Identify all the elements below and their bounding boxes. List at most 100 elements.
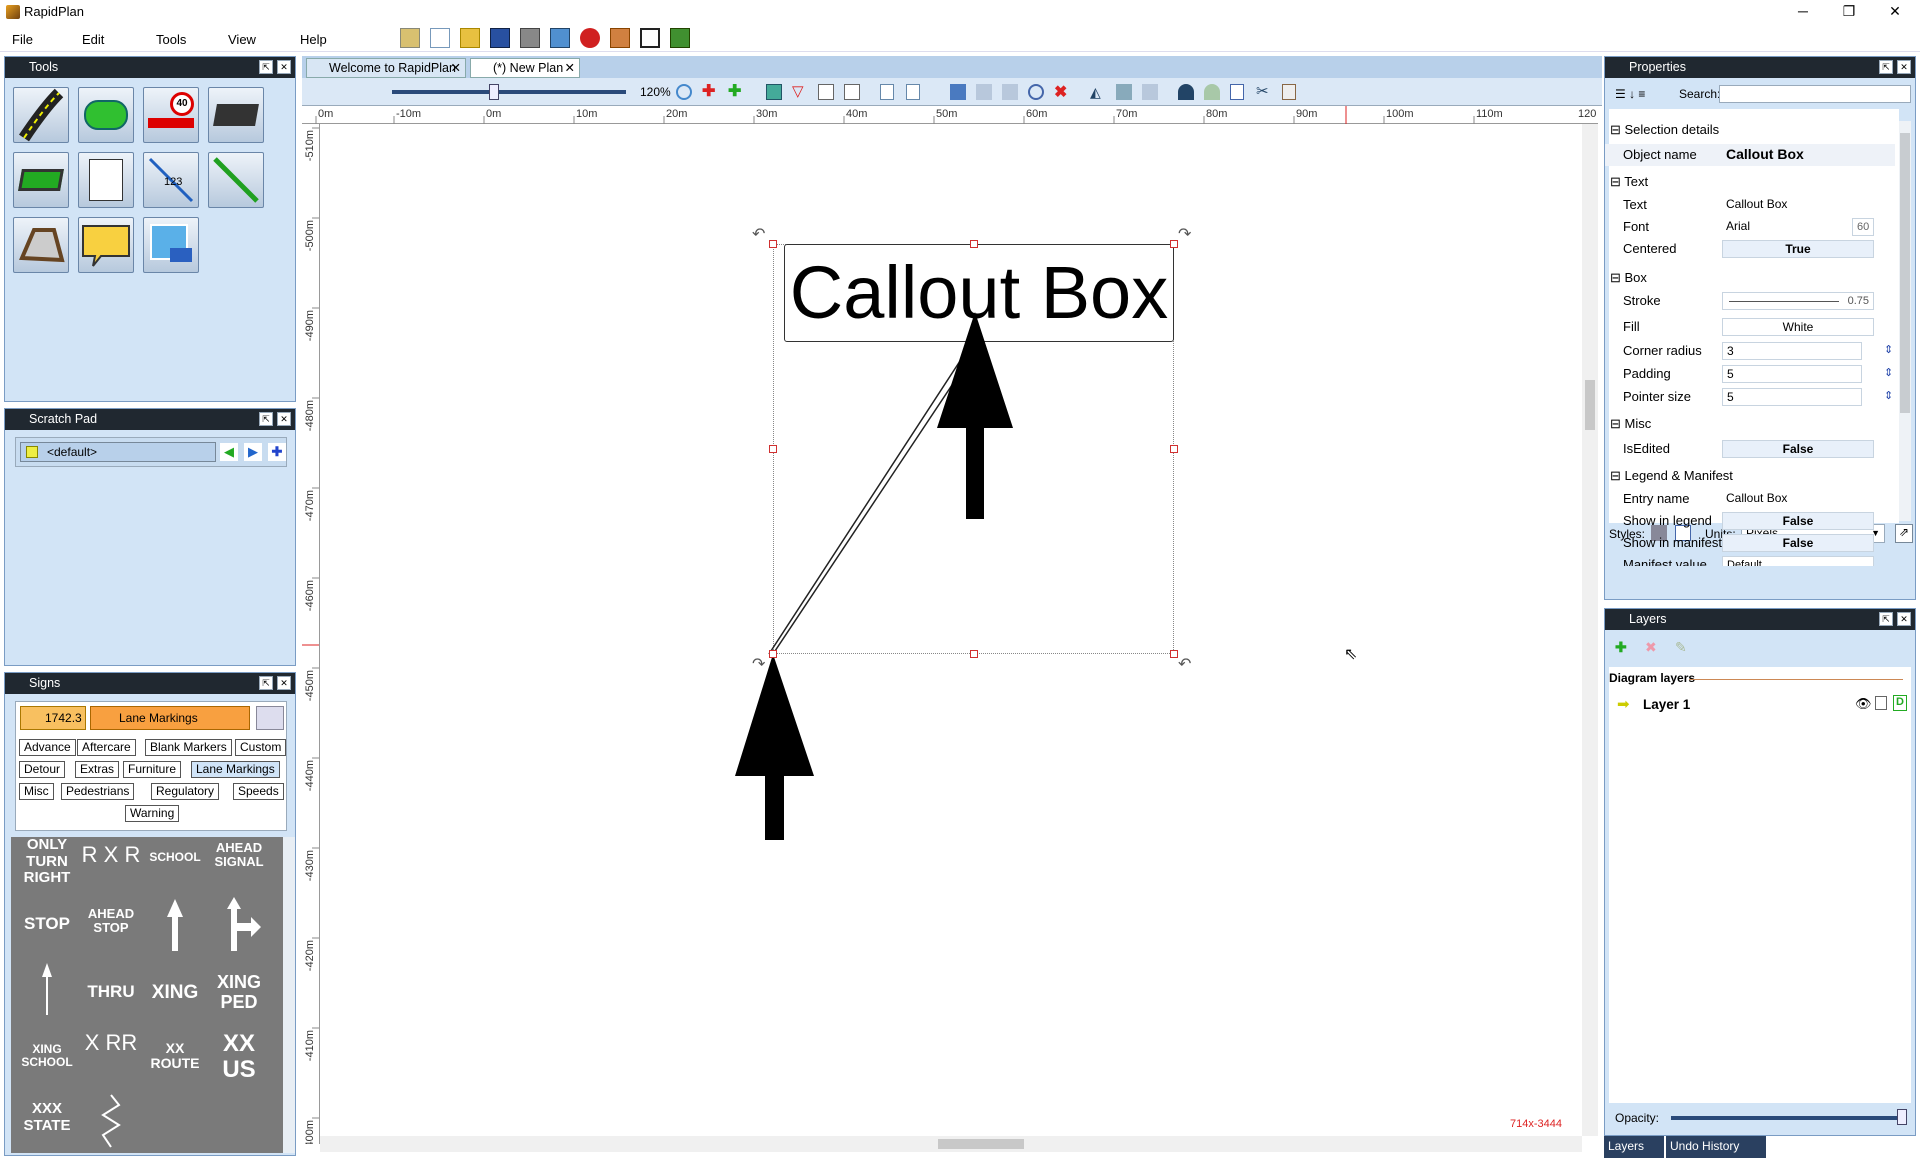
resize-handle[interactable] [970, 240, 978, 248]
spinner-icon[interactable]: ⇕ [1884, 389, 1893, 402]
prop-show-legend-toggle[interactable]: False [1722, 512, 1874, 530]
float-panel-button[interactable]: ⇱ [1879, 60, 1893, 74]
sign-gallery-scrollbar[interactable] [283, 837, 295, 1153]
image-tool[interactable] [143, 217, 199, 273]
category-lane-markings[interactable]: Lane Markings [191, 761, 280, 778]
resize-handle[interactable] [1170, 445, 1178, 453]
delete-icon[interactable]: ✖ [1054, 82, 1070, 101]
spinner-icon[interactable]: ⇕ [1884, 343, 1893, 356]
lock-icon[interactable] [1875, 696, 1887, 710]
sign-xing-ped[interactable]: XING PED [207, 972, 271, 1013]
prop-text-value[interactable]: Callout Box [1722, 196, 1874, 214]
bottom-tab-undo-history[interactable]: Undo History [1666, 1136, 1766, 1158]
line-tool[interactable] [208, 152, 264, 208]
copy-icon[interactable] [1230, 84, 1244, 100]
category-advance[interactable]: Advance [19, 739, 76, 756]
float-panel-button[interactable]: ⇱ [1879, 612, 1893, 626]
zoom-slider-track[interactable] [392, 90, 626, 94]
rotate-handle-icon[interactable]: ↷ [1178, 224, 1191, 244]
category-blank-markers[interactable]: Blank Markers [145, 739, 232, 756]
callout-tool[interactable] [78, 217, 134, 273]
sign-zigzag[interactable] [79, 1093, 143, 1149]
sign-ahead-signal[interactable]: AHEAD SIGNAL [207, 840, 271, 870]
zoom-icon[interactable] [676, 84, 692, 100]
drawing-canvas[interactable]: Callout Box ↶ ↷ ↷ ↶ ⇖ 714x-3444 [320, 124, 1582, 1136]
opacity-slider-thumb[interactable] [1897, 1109, 1907, 1125]
section-box[interactable]: ⊟ Box [1610, 270, 1647, 290]
page-setup-icon[interactable] [906, 84, 920, 100]
prop-show-manifest-toggle[interactable]: False [1722, 534, 1874, 552]
stop-icon[interactable] [580, 28, 600, 48]
category-custom[interactable]: Custom [235, 739, 287, 756]
category-warning[interactable]: Warning [125, 805, 180, 822]
scratch-pad-select[interactable]: <default> [20, 442, 216, 462]
menu-edit[interactable]: Edit [82, 32, 104, 47]
float-panel-button[interactable]: ⇱ [259, 676, 273, 690]
undo-icon[interactable] [1178, 84, 1194, 100]
category-furniture[interactable]: Furniture [123, 761, 182, 778]
wizard-icon[interactable] [400, 28, 420, 48]
open-folder-icon[interactable] [460, 28, 480, 48]
delete-layer-icon[interactable]: ✖ [1645, 639, 1657, 656]
prop-fill-value[interactable]: White [1722, 318, 1874, 336]
section-legend-manifest[interactable]: ⊟ Legend & Manifest [1610, 468, 1733, 488]
opacity-slider-track[interactable] [1671, 1116, 1907, 1120]
prop-font-value[interactable]: Arial [1722, 218, 1848, 236]
sign-rxr[interactable]: R X R [79, 842, 143, 867]
menu-file[interactable]: File [12, 32, 33, 47]
section-text[interactable]: ⊟ Text [1610, 174, 1648, 194]
area-tool[interactable] [13, 152, 69, 208]
canvas-horizontal-scrollbar[interactable] [320, 1136, 1582, 1152]
ungroup-icon[interactable] [976, 84, 992, 100]
close-panel-button[interactable]: ✕ [1897, 60, 1911, 74]
paste-icon[interactable] [1282, 84, 1296, 100]
tools-icon[interactable] [610, 28, 630, 48]
arrange-icon[interactable] [1116, 84, 1132, 100]
spinner-icon[interactable]: ⇕ [1884, 366, 1893, 379]
float-panel-button[interactable]: ⇱ [259, 412, 273, 426]
measure-tool[interactable]: 123 [143, 152, 199, 208]
menu-view[interactable]: View [228, 32, 256, 47]
float-panel-button[interactable]: ⇱ [259, 60, 273, 74]
minimize-button[interactable]: ─ [1780, 0, 1826, 24]
image-icon[interactable] [766, 84, 782, 100]
sign-code-button[interactable]: 1742.3 [20, 706, 86, 730]
anchor-icon[interactable]: ✚ [728, 84, 744, 100]
close-tab-icon[interactable]: ✕ [565, 59, 575, 77]
layer-row[interactable]: ➡ Layer 1 👁 D [1613, 693, 1909, 715]
flip-icon[interactable]: ◭ [1090, 84, 1106, 100]
layer-type-icon[interactable]: D [1893, 695, 1907, 711]
menu-help[interactable]: Help [300, 32, 327, 47]
tab-welcome[interactable]: Welcome to RapidPlan ✕ [306, 58, 466, 78]
align-icon[interactable] [1002, 84, 1018, 100]
sign-tool[interactable]: 40 [143, 87, 199, 143]
prop-centered-toggle[interactable]: True [1722, 240, 1874, 258]
lane-tool[interactable] [208, 87, 264, 143]
tab-new-plan[interactable]: (*) New Plan ✕ [470, 58, 580, 78]
zoom-slider-thumb[interactable] [489, 84, 499, 100]
resize-handle[interactable] [1170, 650, 1178, 658]
edit-layer-icon[interactable]: ✎ [1675, 639, 1687, 656]
sign-xxx-state[interactable]: XXX STATE [15, 1100, 79, 1134]
resize-handle[interactable] [1170, 240, 1178, 248]
close-panel-button[interactable]: ✕ [277, 412, 291, 426]
category-dropdown[interactable]: Lane Markings [90, 706, 250, 730]
section-misc[interactable]: ⊟ Misc [1610, 416, 1651, 436]
new-file-icon[interactable] [430, 28, 450, 48]
cut-icon[interactable]: ✂ [1256, 82, 1272, 100]
export-icon[interactable] [550, 28, 570, 48]
close-panel-button[interactable]: ✕ [1897, 612, 1911, 626]
menu-tools[interactable]: Tools [156, 32, 186, 47]
category-misc[interactable]: Misc [19, 783, 54, 800]
category-regulatory[interactable]: Regulatory [151, 783, 220, 800]
group-icon[interactable] [950, 84, 966, 100]
resize-handle[interactable] [769, 650, 777, 658]
sign-straight-arrow[interactable] [143, 895, 207, 955]
prop-font-size[interactable]: 60 [1852, 218, 1874, 236]
prop-corner-radius-input[interactable]: 3 [1722, 342, 1862, 360]
polygon-tool[interactable] [13, 217, 69, 273]
prev-arrow-icon[interactable]: ◀ [220, 443, 238, 461]
rotate-handle-icon[interactable]: ↶ [752, 224, 765, 244]
sign-thin-arrow[interactable] [15, 959, 79, 1019]
shape-tool[interactable] [78, 87, 134, 143]
